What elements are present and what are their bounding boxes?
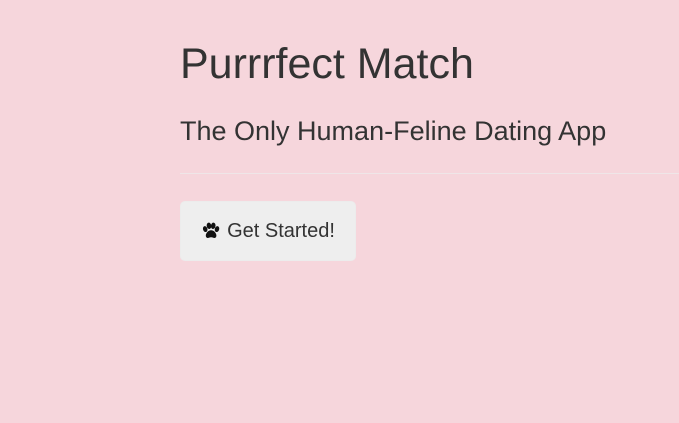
get-started-label: Get Started! <box>227 220 335 242</box>
section-divider <box>180 173 679 174</box>
page-subtitle: The Only Human-Feline Dating App <box>180 116 607 146</box>
paw-icon <box>201 221 221 241</box>
get-started-button[interactable]: Get Started! <box>180 201 356 261</box>
page-title: Purrrfect Match <box>180 40 474 88</box>
